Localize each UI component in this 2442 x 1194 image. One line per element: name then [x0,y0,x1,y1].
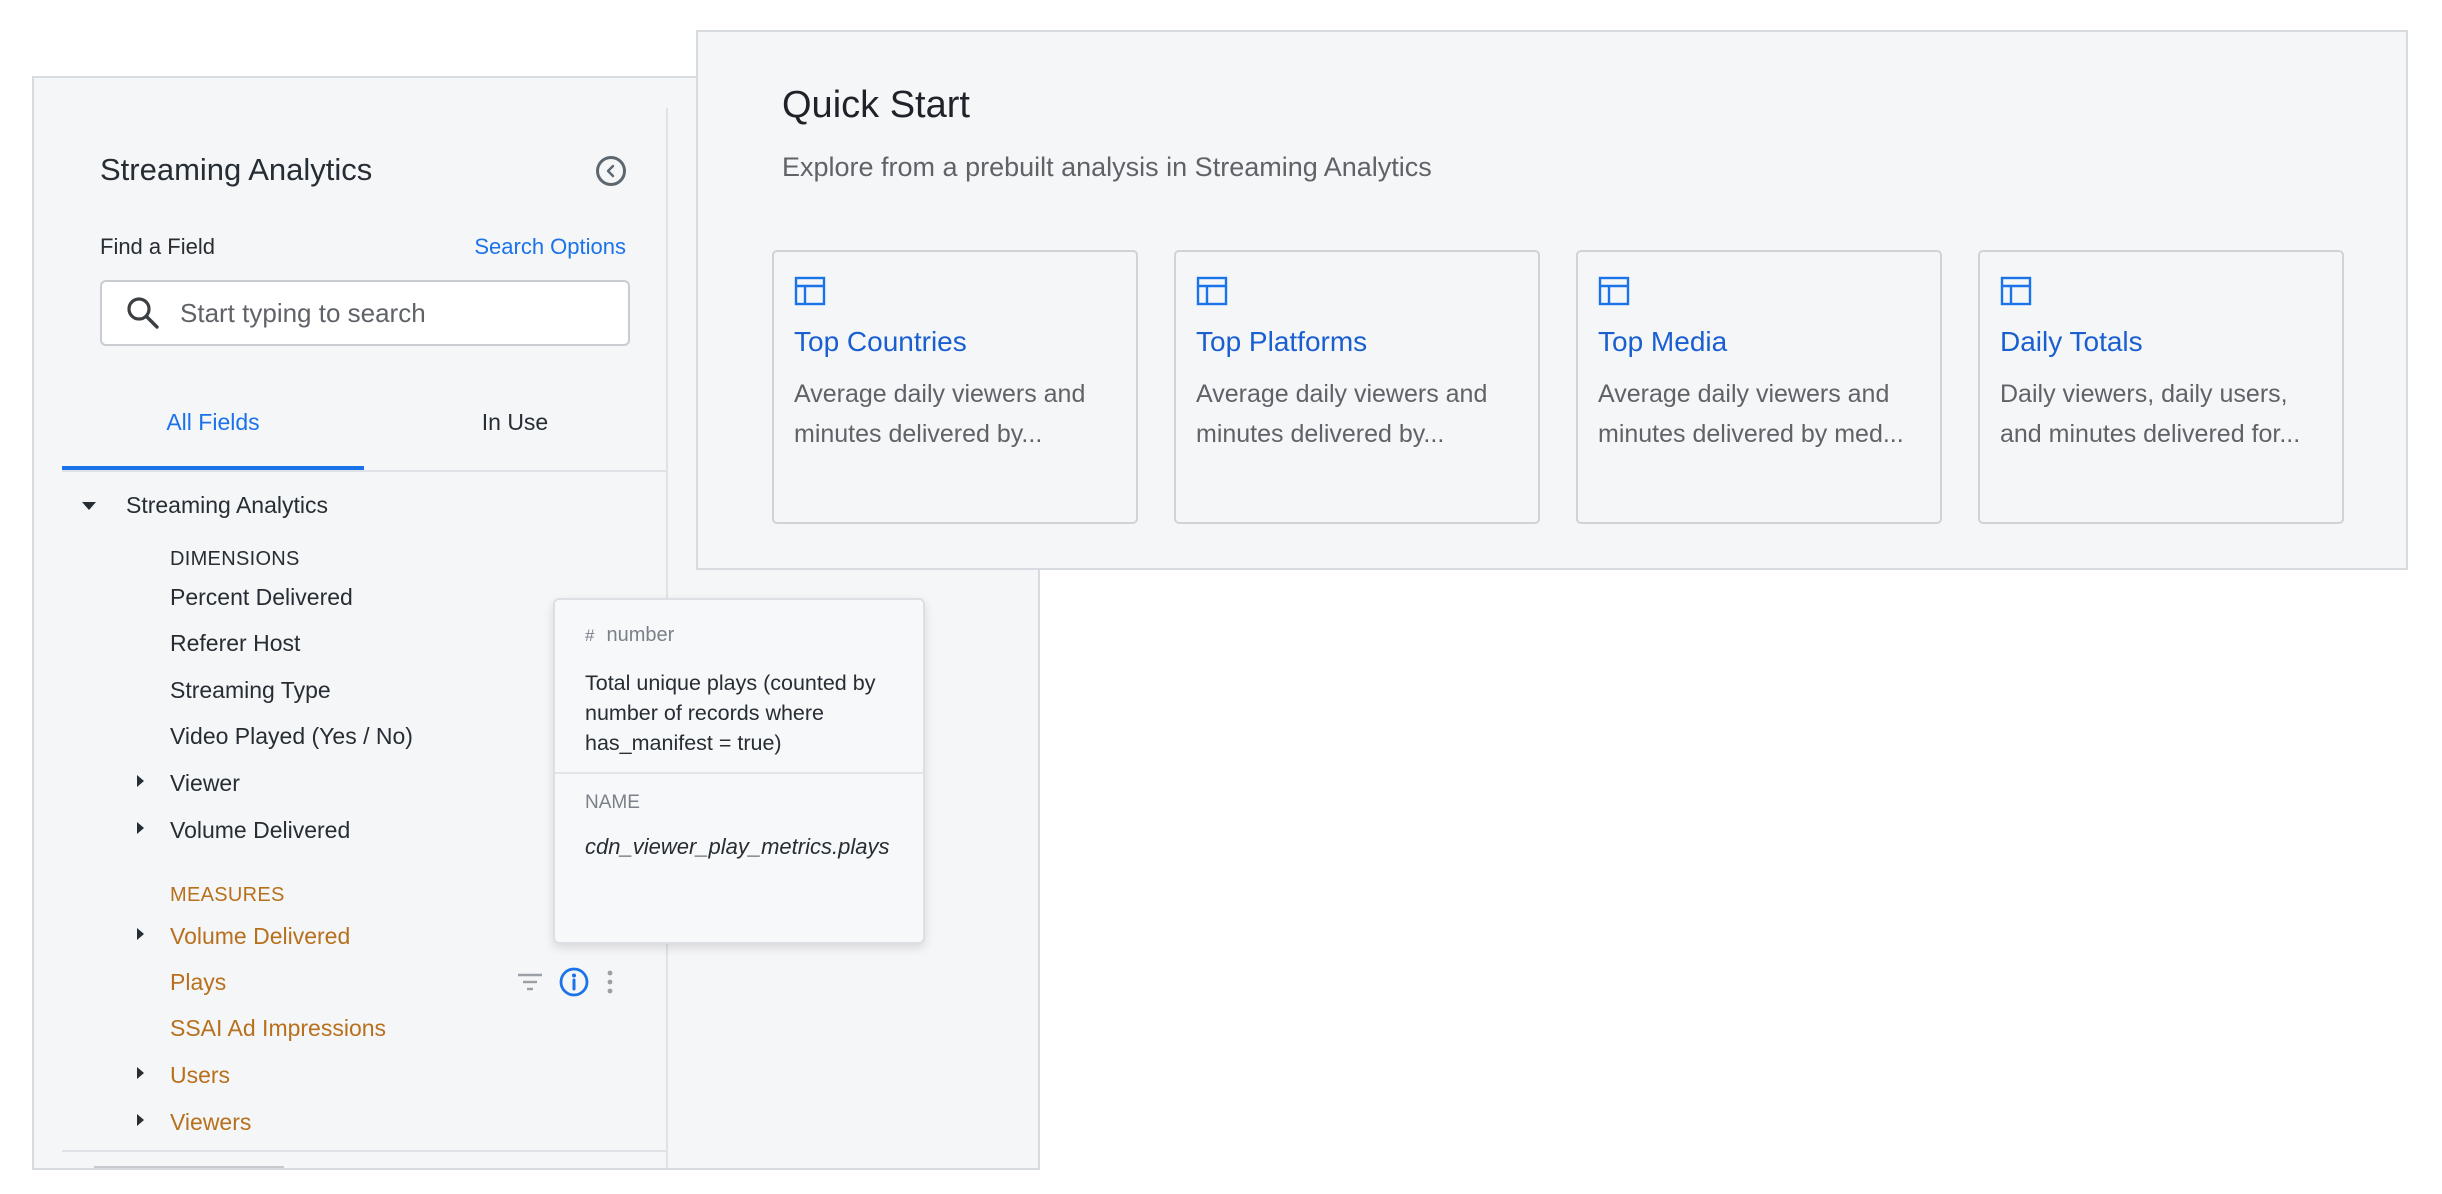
quick-start-subtitle: Explore from a prebuilt analysis in Stre… [782,152,1432,182]
filter-icon[interactable] [516,971,544,993]
field-sql-name: cdn_viewer_play_metrics.plays [585,834,890,859]
card-description: Average daily viewers and minutes delive… [1598,374,1928,454]
chevron-left-icon [606,164,615,178]
field-info-tooltip: # number Total unique plays (counted by n… [553,598,925,944]
quick-start-card-daily-totals[interactable]: Daily Totals Daily viewers, daily users,… [1978,250,2344,524]
field-item[interactable]: Streaming Type [170,677,331,704]
explore-title: Streaming Analytics [100,152,373,187]
card-description-line: and minutes delivered for... [2000,420,2301,448]
more-vertical-icon[interactable] [604,968,616,996]
name-label: NAME [585,792,640,813]
measure-item[interactable]: SSAI Ad Impressions [170,1015,386,1042]
number-type-icon: # [585,626,595,645]
tooltip-divider [555,772,923,774]
field-row-actions [516,964,616,1000]
caret-right-icon[interactable] [137,928,144,940]
field-type-label: number [606,624,675,646]
search-options-link[interactable]: Search Options [474,234,626,260]
collapse-panel-button[interactable] [596,156,626,186]
table-icon [794,276,826,306]
card-title: Top Media [1598,326,1728,357]
field-group-item[interactable]: Volume Delivered [170,817,350,844]
quick-start-card-top-media[interactable]: Top Media Average daily viewers and minu… [1576,250,1942,524]
card-description-line: Average daily viewers and [1196,380,1488,408]
field-search-input[interactable] [178,296,602,330]
card-title: Top Platforms [1196,326,1368,357]
measure-group-item[interactable]: Volume Delivered [170,923,350,950]
card-description: Daily viewers, daily users, and minutes … [2000,374,2330,454]
measure-item-plays[interactable]: Plays [170,969,226,996]
card-description-line: minutes delivered by... [794,420,1043,448]
measure-group-item[interactable]: Users [170,1062,230,1089]
field-description: Total unique plays (counted by number of… [585,671,876,755]
quick-start-title: Quick Start [782,84,970,126]
find-field-label: Find a Field [100,234,215,259]
field-search-box[interactable] [100,280,630,346]
view-group-label[interactable]: Streaming Analytics [126,492,328,519]
tree-bottom-divider [62,1150,666,1152]
caret-right-icon[interactable] [137,822,144,834]
card-description-line: minutes delivered by... [1196,420,1445,448]
card-description-line: Average daily viewers and [1598,380,1890,408]
table-icon [1598,276,1630,306]
tab-all-fields[interactable]: All Fields [62,378,364,470]
quick-start-panel: Quick Start Explore from a prebuilt anal… [696,30,2408,570]
caret-down-icon[interactable] [82,502,96,510]
tabs-divider [62,470,666,472]
caret-right-icon[interactable] [137,775,144,787]
field-item[interactable]: Percent Delivered [170,584,353,611]
card-description-line: minutes delivered by med... [1598,420,1904,448]
field-group-item[interactable]: Viewer [170,770,240,797]
card-description: Average daily viewers and minutes delive… [794,374,1124,454]
card-title: Top Countries [794,326,967,357]
info-icon[interactable] [558,966,590,998]
quick-start-card-top-platforms[interactable]: Top Platforms Average daily viewers and … [1174,250,1540,524]
field-type: # number [585,624,674,647]
field-tabs: All Fields In Use [62,378,666,470]
card-description-line: Daily viewers, daily users, [2000,380,2288,408]
tab-in-use[interactable]: In Use [364,378,666,466]
measures-header: MEASURES [170,884,285,906]
measure-group-item[interactable]: Viewers [170,1109,251,1136]
dimensions-header: DIMENSIONS [170,548,300,570]
card-description: Average daily viewers and minutes delive… [1196,374,1526,454]
table-icon [2000,276,2032,306]
card-title: Daily Totals [2000,326,2143,357]
table-icon [1196,276,1228,306]
caret-right-icon[interactable] [137,1067,144,1079]
caret-right-icon[interactable] [137,1114,144,1126]
cut-off-row [94,1160,294,1168]
field-item[interactable]: Video Played (Yes / No) [170,723,413,750]
field-item[interactable]: Referer Host [170,630,300,657]
card-description-line: Average daily viewers and [794,380,1086,408]
search-icon [127,297,159,329]
quick-start-card-top-countries[interactable]: Top Countries Average daily viewers and … [772,250,1138,524]
